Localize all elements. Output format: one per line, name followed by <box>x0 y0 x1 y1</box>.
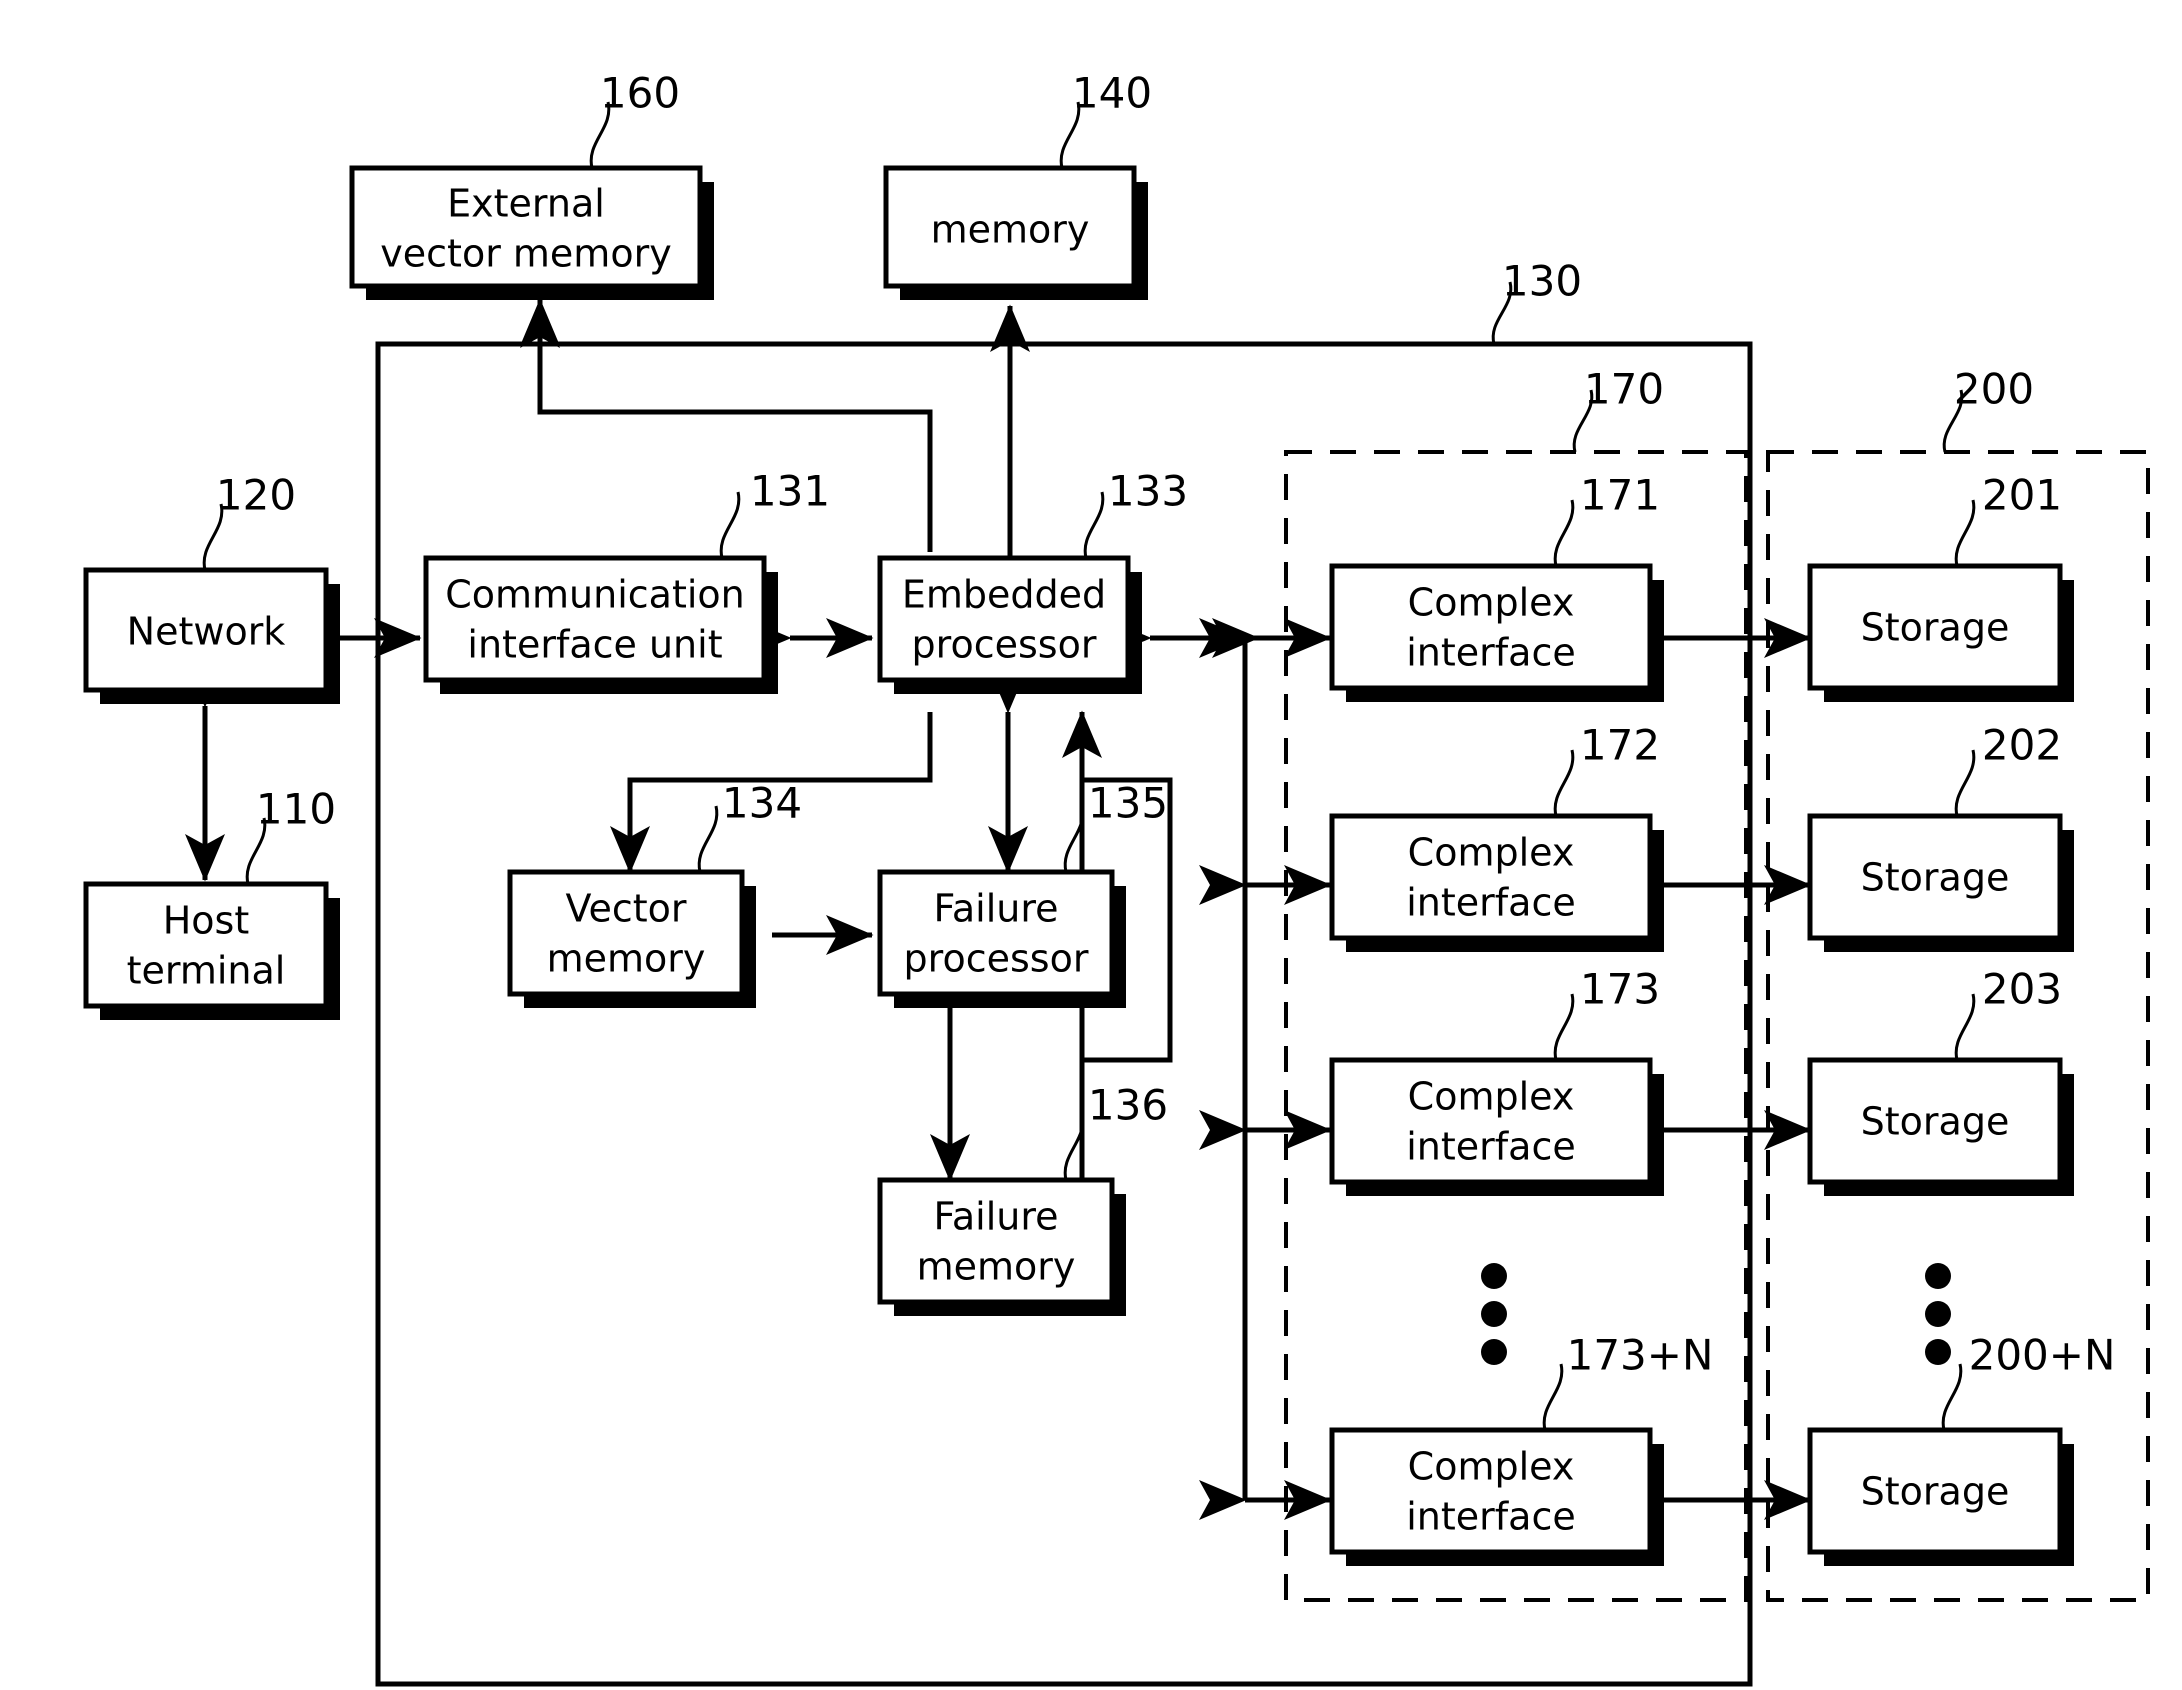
complex-interface-2-label-line1: Complex <box>1408 831 1575 875</box>
svg-text:200+N: 200+N <box>1969 1331 2116 1380</box>
ref-200: 200 <box>1954 365 2034 414</box>
storage-1-label: Storage <box>1861 606 2010 650</box>
ref-171: 171 <box>1553 471 1660 567</box>
host-terminal-label-line1: Host <box>163 899 250 943</box>
diagram-canvas: External vector memory 160 memory 140 13… <box>83 69 2150 1687</box>
ref-110: 110 <box>245 785 336 885</box>
vector-memory-label-line2: memory <box>547 937 706 981</box>
svg-text:110: 110 <box>256 785 336 834</box>
ref-120: 120 <box>202 471 296 571</box>
embedded-processor-label-line1: Embedded <box>902 573 1106 617</box>
block-complex-interface-1[interactable]: Complex interface <box>1329 563 1664 702</box>
block-vector-memory[interactable]: Vector memory <box>507 869 756 1008</box>
svg-text:140: 140 <box>1072 69 1152 118</box>
ref-202: 202 <box>1954 721 2062 817</box>
block-storage-3[interactable]: Storage <box>1807 1057 2074 1196</box>
conn-ring-to-external-vector-memory <box>520 300 560 348</box>
embedded-processor-label-line2: processor <box>912 623 1097 667</box>
svg-text:171: 171 <box>1580 471 1660 520</box>
block-network[interactable]: Network <box>83 567 340 704</box>
svg-text:201: 201 <box>1982 471 2062 520</box>
network-label: Network <box>127 610 286 654</box>
block-memory[interactable]: memory <box>883 165 1148 300</box>
svg-text:172: 172 <box>1580 721 1660 770</box>
block-complex-interface-3[interactable]: Complex interface <box>1329 1057 1664 1196</box>
complex-interface-1-label-line1: Complex <box>1408 581 1575 625</box>
failure-processor-label-line2: processor <box>904 937 1089 981</box>
ref-130: 130 <box>1502 257 1582 306</box>
patent-figure: External vector memory 160 memory 140 13… <box>0 0 2182 1690</box>
block-host-terminal[interactable]: Host terminal <box>83 881 340 1020</box>
block-failure-memory[interactable]: Failure memory <box>877 1177 1126 1316</box>
ref-131: 131 <box>719 467 830 559</box>
failure-memory-label-line2: memory <box>917 1245 1076 1289</box>
svg-text:134: 134 <box>722 779 802 828</box>
ellipsis-complex-interface <box>1481 1263 1507 1365</box>
svg-text:136: 136 <box>1088 1081 1168 1130</box>
block-failure-processor[interactable]: Failure processor <box>877 869 1126 1008</box>
svg-text:120: 120 <box>216 471 296 520</box>
ref-134: 134 <box>697 779 802 873</box>
svg-text:133: 133 <box>1108 467 1188 516</box>
svg-text:173+N: 173+N <box>1567 1331 1714 1380</box>
complex-interface-n-label-line2: interface <box>1406 1495 1575 1539</box>
ref-200-plus-n: 200+N <box>1941 1331 2116 1431</box>
storage-3-label: Storage <box>1861 1100 2010 1144</box>
ref-172: 172 <box>1553 721 1660 817</box>
block-external-vector-memory[interactable]: External vector memory <box>349 165 714 300</box>
ref-173: 173 <box>1553 965 1660 1061</box>
svg-text:200: 200 <box>1954 365 2034 414</box>
failure-processor-label-line1: Failure <box>933 887 1058 931</box>
block-embedded-processor[interactable]: Embedded processor <box>877 555 1142 694</box>
storage-n-label: Storage <box>1861 1470 2010 1514</box>
svg-text:135: 135 <box>1088 779 1168 828</box>
svg-text:173: 173 <box>1580 965 1660 1014</box>
svg-text:170: 170 <box>1584 365 1664 414</box>
complex-interface-3-label-line2: interface <box>1406 1125 1575 1169</box>
svg-text:130: 130 <box>1502 257 1582 306</box>
complex-interface-3-label-line1: Complex <box>1408 1075 1575 1119</box>
ellipsis-storage <box>1925 1263 1951 1365</box>
ref-133: 133 <box>1083 467 1188 559</box>
communication-interface-unit-label-line1: Communication <box>445 573 745 617</box>
memory-label: memory <box>931 208 1090 252</box>
block-complex-interface-n[interactable]: Complex interface <box>1329 1427 1664 1566</box>
svg-text:202: 202 <box>1982 721 2062 770</box>
external-vector-memory-label-line1: External <box>447 182 605 226</box>
ref-203: 203 <box>1954 965 2062 1061</box>
complex-interface-1-label-line2: interface <box>1406 631 1575 675</box>
ref-201: 201 <box>1954 471 2062 567</box>
block-storage-2[interactable]: Storage <box>1807 813 2074 952</box>
host-terminal-label-line2: terminal <box>127 949 286 993</box>
external-vector-memory-label-line2: vector memory <box>380 232 671 276</box>
block-storage-1[interactable]: Storage <box>1807 563 2074 702</box>
vector-memory-label-line1: Vector <box>565 887 686 931</box>
block-communication-interface-unit[interactable]: Communication interface unit <box>423 555 778 694</box>
svg-text:160: 160 <box>600 69 680 118</box>
block-complex-interface-2[interactable]: Complex interface <box>1329 813 1664 952</box>
ref-170: 170 <box>1584 365 1664 414</box>
svg-text:203: 203 <box>1982 965 2062 1014</box>
ref-173-plus-n: 173+N <box>1542 1331 1714 1431</box>
conn-embedded-processor-to-bus <box>1104 618 1260 1500</box>
block-storage-n[interactable]: Storage <box>1807 1427 2074 1566</box>
ref-140: 140 <box>1059 69 1152 169</box>
complex-interface-2-label-line2: interface <box>1406 881 1575 925</box>
complex-interface-n-label-line1: Complex <box>1408 1445 1575 1489</box>
failure-memory-label-line1: Failure <box>933 1195 1058 1239</box>
ref-160: 160 <box>589 69 680 169</box>
svg-text:131: 131 <box>750 467 830 516</box>
communication-interface-unit-label-line2: interface unit <box>467 623 722 667</box>
storage-2-label: Storage <box>1861 856 2010 900</box>
